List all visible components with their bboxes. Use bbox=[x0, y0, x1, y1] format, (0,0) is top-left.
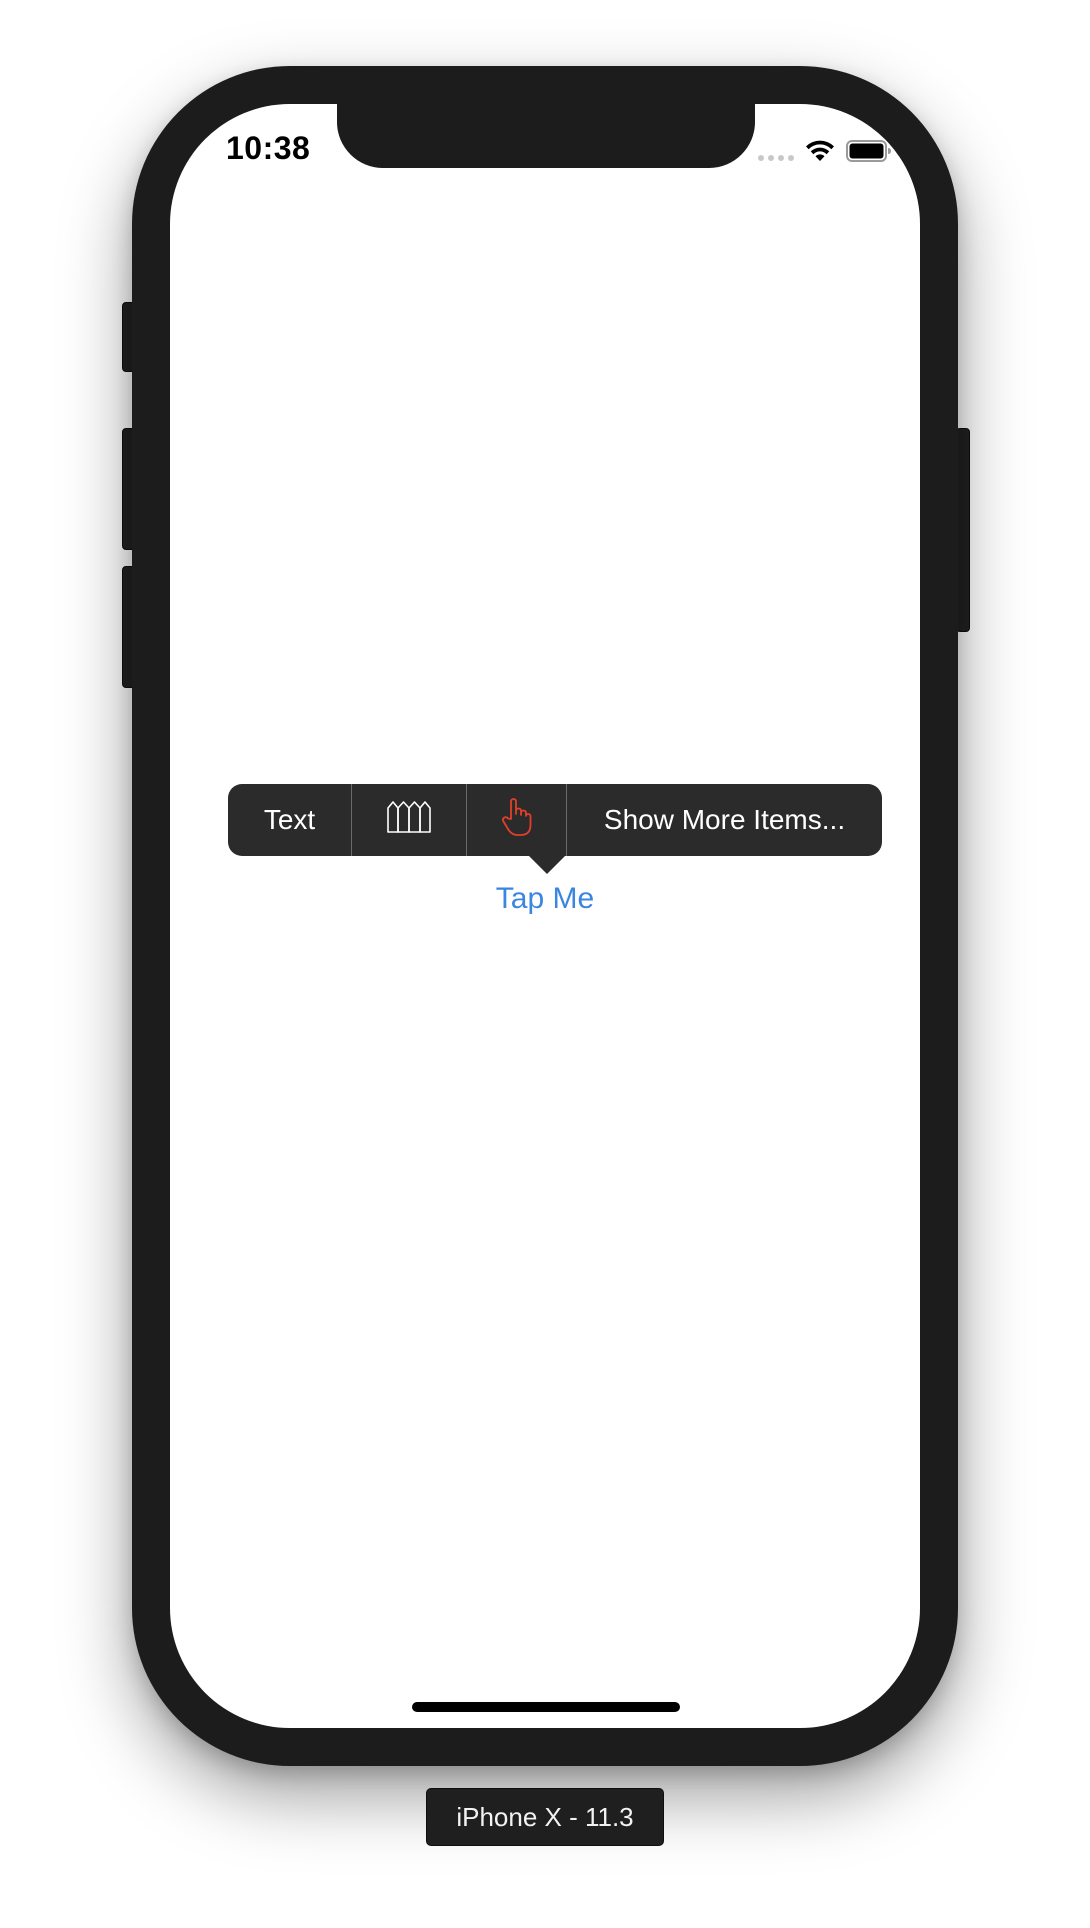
device-screen: 10:38 Text Show More Items... Tap Me bbox=[170, 104, 920, 1728]
device-label: iPhone X - 11.3 bbox=[426, 1788, 664, 1846]
edit-menu: Text Show More Items... bbox=[228, 784, 882, 856]
hand-pointer-icon bbox=[500, 797, 534, 844]
edit-menu-arrow bbox=[529, 856, 565, 874]
menu-item-text[interactable]: Text bbox=[228, 784, 351, 856]
menu-item-show-more-label: Show More Items... bbox=[603, 804, 846, 835]
signal-dots-icon bbox=[758, 155, 794, 161]
tap-me-button[interactable]: Tap Me bbox=[170, 882, 920, 916]
menu-item-show-more[interactable]: Show More Items... bbox=[566, 784, 882, 856]
fence-icon bbox=[386, 800, 432, 841]
status-icons bbox=[758, 138, 892, 164]
home-indicator[interactable] bbox=[412, 1702, 680, 1712]
status-time: 10:38 bbox=[226, 130, 311, 166]
menu-item-text-label: Text bbox=[263, 804, 316, 835]
power-button bbox=[956, 428, 970, 632]
notch bbox=[337, 104, 755, 168]
menu-item-fence[interactable] bbox=[351, 784, 466, 856]
menu-item-hand[interactable] bbox=[466, 784, 566, 856]
wifi-icon bbox=[804, 139, 836, 163]
battery-icon bbox=[846, 139, 892, 163]
